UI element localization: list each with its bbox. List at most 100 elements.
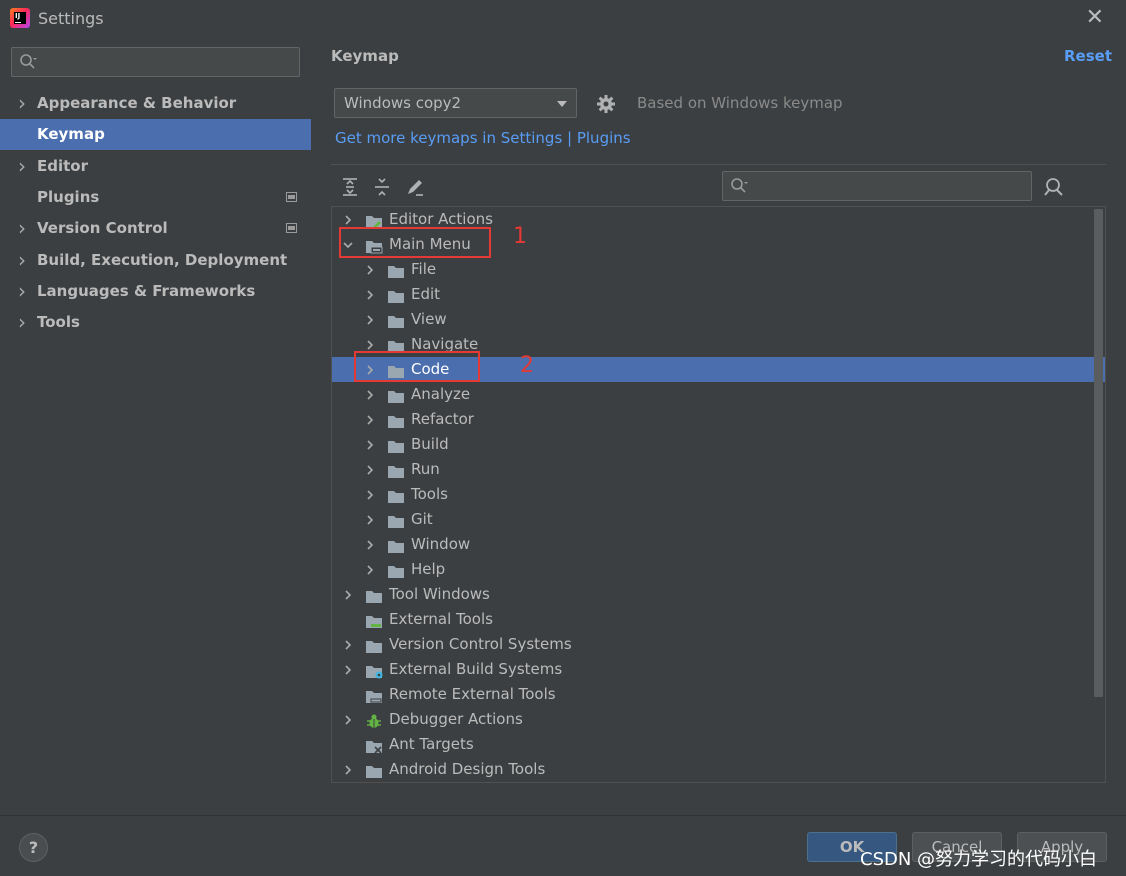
tree-scrollbar[interactable] — [1094, 209, 1103, 697]
tree-item-help[interactable]: Help — [332, 557, 1105, 582]
chevron-right-icon[interactable] — [364, 307, 376, 335]
folder-icon — [387, 312, 405, 328]
sidebar-search-input[interactable] — [11, 47, 300, 77]
remote-tools-icon — [365, 687, 383, 703]
keymap-dropdown[interactable]: Windows copy2 — [334, 88, 577, 118]
chevron-right-icon[interactable]: › — [18, 307, 26, 338]
tree-item-label: Tools — [411, 485, 448, 503]
folder-icon — [365, 762, 383, 778]
reset-link[interactable]: Reset — [1064, 47, 1112, 65]
find-by-shortcut-icon[interactable] — [1043, 176, 1065, 198]
chevron-right-icon[interactable] — [364, 507, 376, 535]
tree-item-label: Remote External Tools — [389, 685, 556, 703]
tree-item-label: Ant Targets — [389, 735, 474, 753]
folder-icon — [387, 512, 405, 528]
sidebar-item-keymap[interactable]: Keymap — [0, 119, 311, 151]
sidebar-item-label: Tools — [37, 313, 80, 332]
chevron-right-icon[interactable] — [342, 657, 354, 685]
folder-icon — [387, 287, 405, 303]
tree-item-window[interactable]: Window — [332, 532, 1105, 557]
tree-item-label: Android Design Tools — [389, 760, 546, 778]
tree-item-android-design-tools[interactable]: Android Design Tools — [332, 757, 1105, 782]
expand-all-icon[interactable] — [339, 176, 361, 198]
chevron-right-icon[interactable] — [342, 707, 354, 735]
sidebar-item-version-control[interactable]: › Version Control — [0, 213, 311, 244]
ant-icon — [365, 737, 383, 754]
chevron-right-icon[interactable]: › — [18, 213, 26, 244]
folder-icon — [365, 587, 383, 603]
sidebar-item-appearance-behavior[interactable]: › Appearance & Behavior — [0, 88, 311, 119]
chevron-right-icon[interactable] — [364, 532, 376, 560]
folder-icon — [365, 637, 383, 653]
tree-item-external-build-systems[interactable]: External Build Systems — [332, 657, 1105, 682]
chevron-right-icon[interactable] — [342, 632, 354, 660]
tree-item-label: External Tools — [389, 610, 493, 628]
sidebar-item-label: Version Control — [37, 219, 168, 238]
chevron-right-icon[interactable]: › — [18, 151, 26, 182]
chevron-right-icon[interactable] — [364, 407, 376, 435]
sidebar-item-plugins[interactable]: Plugins — [0, 182, 311, 213]
chevron-right-icon[interactable] — [364, 557, 376, 585]
sidebar-item-build-execution-deployment[interactable]: › Build, Execution, Deployment — [0, 245, 311, 276]
tree-item-ant-targets[interactable]: Ant Targets — [332, 732, 1105, 757]
help-button[interactable]: ? — [19, 833, 48, 862]
tree-item-build[interactable]: Build — [332, 432, 1105, 457]
annotation-number-1: 1 — [513, 224, 527, 249]
sidebar-item-label: Appearance & Behavior — [37, 94, 237, 112]
tree-item-label: External Build Systems — [389, 660, 563, 678]
tree-item-run[interactable]: Run — [332, 457, 1105, 482]
sidebar-item-tools[interactable]: › Tools — [0, 307, 311, 338]
sidebar-item-label: Plugins — [37, 187, 100, 206]
external-build-icon — [365, 662, 383, 679]
tree-item-file[interactable]: File — [332, 257, 1105, 282]
tree-item-edit[interactable]: Edit — [332, 282, 1105, 307]
chevron-right-icon[interactable] — [364, 382, 376, 410]
chevron-down-icon — [557, 101, 567, 107]
keymap-search-input[interactable] — [722, 171, 1032, 201]
editor-actions-icon — [365, 212, 383, 229]
tree-item-tool-windows[interactable]: Tool Windows — [332, 582, 1105, 607]
chevron-right-icon[interactable]: › — [18, 245, 26, 276]
tree-item-external-tools[interactable]: External Tools — [332, 607, 1105, 632]
tree-item-analyze[interactable]: Analyze — [332, 382, 1105, 407]
sidebar-item-editor[interactable]: › Editor — [0, 151, 311, 182]
tree-item-refactor[interactable]: Refactor — [332, 407, 1105, 432]
folder-icon — [387, 412, 405, 428]
tree-item-label: Git — [411, 510, 433, 528]
chevron-right-icon[interactable]: › — [18, 88, 26, 119]
sidebar-item-label: Keymap — [37, 125, 105, 144]
chevron-right-icon[interactable] — [342, 757, 354, 782]
title-bar: IJ Settings ✕ — [0, 0, 1126, 36]
tree-item-label: File — [411, 260, 437, 278]
intellij-logo-icon: IJ — [10, 8, 30, 28]
tree-item-view[interactable]: View — [332, 307, 1105, 332]
chevron-right-icon[interactable] — [364, 457, 376, 485]
tree-item-label: Run — [411, 460, 440, 478]
chevron-right-icon[interactable] — [364, 482, 376, 510]
folder-icon — [387, 537, 405, 553]
tree-item-tools[interactable]: Tools — [332, 482, 1105, 507]
folder-icon — [387, 562, 405, 578]
chevron-right-icon[interactable]: › — [18, 276, 26, 307]
chevron-right-icon[interactable] — [364, 257, 376, 285]
chevron-right-icon[interactable] — [364, 282, 376, 310]
project-scope-icon — [286, 223, 297, 234]
tree-item-debugger-actions[interactable]: Debugger Actions — [332, 707, 1105, 732]
tree-item-git[interactable]: Git — [332, 507, 1105, 532]
tree-item-label: Analyze — [411, 385, 471, 403]
collapse-all-icon[interactable] — [371, 176, 393, 198]
chevron-right-icon[interactable] — [364, 432, 376, 460]
tree-item-version-control-systems[interactable]: Version Control Systems — [332, 632, 1105, 657]
edit-pencil-icon[interactable] — [404, 176, 426, 198]
folder-icon — [387, 462, 405, 478]
chevron-right-icon[interactable] — [342, 582, 354, 610]
annotation-number-2: 2 — [520, 353, 534, 378]
tree-item-remote-external-tools[interactable]: Remote External Tools — [332, 682, 1105, 707]
get-more-keymaps-link[interactable]: Get more keymaps in Settings | Plugins — [335, 129, 631, 147]
sidebar-item-languages-frameworks[interactable]: › Languages & Frameworks — [0, 276, 311, 307]
gear-icon[interactable] — [596, 94, 616, 114]
close-icon[interactable]: ✕ — [1086, 7, 1104, 29]
based-on-text: Based on Windows keymap — [637, 94, 843, 112]
bug-icon — [365, 712, 383, 728]
keymap-panel: Keymap Reset Windows copy2 Based on Wind… — [311, 36, 1126, 815]
